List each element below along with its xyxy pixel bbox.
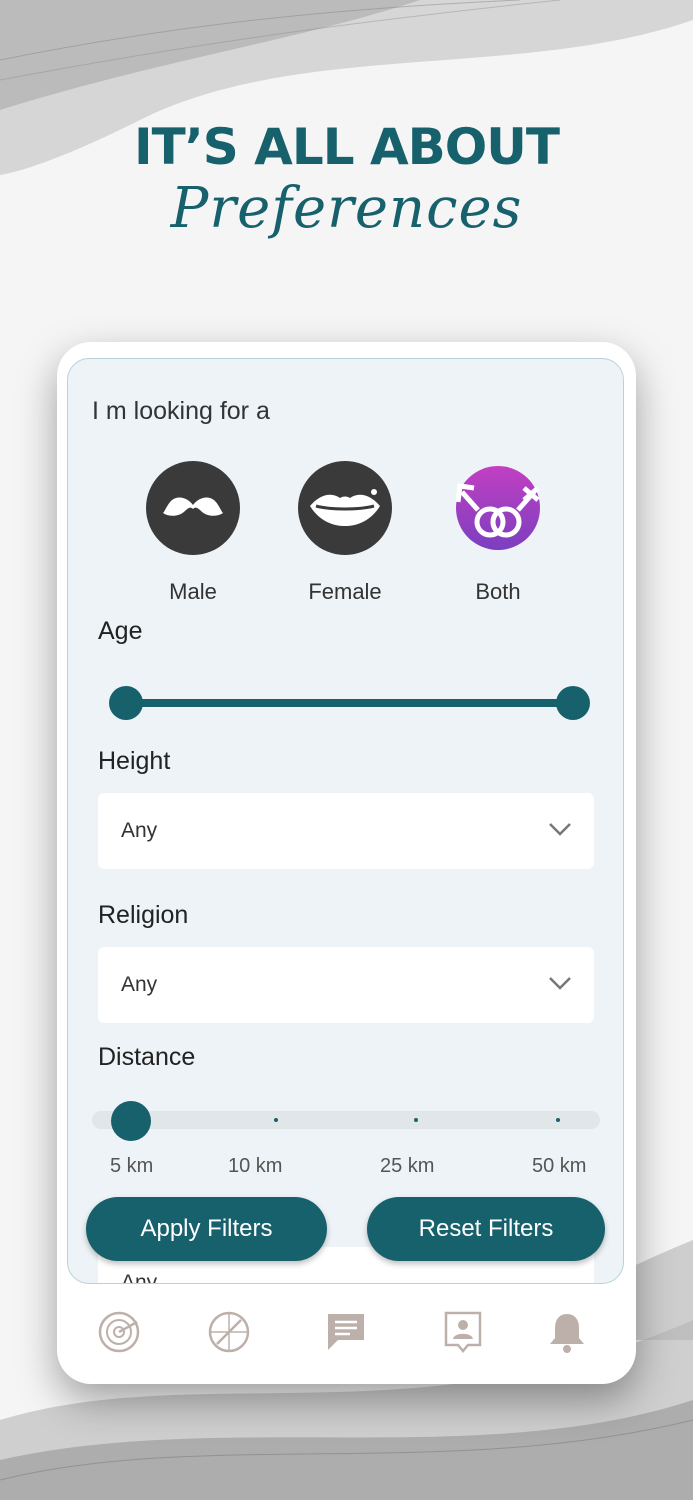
height-label: Height <box>98 747 171 775</box>
distance-option-5km[interactable]: 5 km <box>110 1155 153 1178</box>
radar-icon[interactable] <box>97 1310 141 1354</box>
chevron-down-icon <box>548 821 572 842</box>
chat-icon[interactable] <box>324 1310 368 1354</box>
distance-tick <box>414 1118 418 1122</box>
compass-icon[interactable] <box>207 1310 251 1354</box>
gender-label-female: Female <box>308 579 382 604</box>
gender-label-male: Male <box>169 579 217 604</box>
age-min-handle[interactable] <box>109 686 143 720</box>
lips-icon <box>298 461 392 555</box>
religion-value: Any <box>121 973 158 996</box>
age-max-handle[interactable] <box>556 686 590 720</box>
looking-for-label: I m looking for a <box>92 397 270 425</box>
mustache-icon <box>146 461 240 555</box>
distance-tick <box>274 1118 278 1122</box>
height-select[interactable]: Any <box>98 793 594 869</box>
peek-value: Any <box>121 1271 158 1284</box>
phone-frame: I m looking for a Male Female Both Age H… <box>57 342 636 1384</box>
reset-filters-button[interactable]: Reset Filters <box>367 1197 605 1261</box>
gender-symbols-icon <box>456 466 540 550</box>
height-value: Any <box>121 819 158 842</box>
distance-slider[interactable] <box>92 1111 600 1129</box>
distance-label: Distance <box>98 1043 196 1071</box>
age-label: Age <box>98 617 143 645</box>
distance-option-50km[interactable]: 50 km <box>532 1155 586 1178</box>
chevron-down-icon <box>548 975 572 996</box>
bell-icon[interactable] <box>545 1310 589 1354</box>
distance-tick <box>556 1118 560 1122</box>
gender-option-male[interactable]: Male <box>138 461 248 605</box>
age-range-track[interactable] <box>126 699 574 707</box>
distance-option-25km[interactable]: 25 km <box>380 1155 434 1178</box>
distance-handle[interactable] <box>111 1101 151 1141</box>
headline: IT’S ALL ABOUT <box>134 118 560 176</box>
bottom-nav <box>57 1290 636 1370</box>
gender-option-female[interactable]: Female <box>290 461 400 605</box>
gender-option-both[interactable]: Both <box>443 461 553 605</box>
apply-filters-button[interactable]: Apply Filters <box>86 1197 327 1261</box>
religion-label: Religion <box>98 901 189 929</box>
gender-label-both: Both <box>475 579 521 604</box>
profile-card-icon[interactable] <box>441 1310 485 1354</box>
headline-script: Preferences <box>170 176 523 241</box>
religion-select[interactable]: Any <box>98 947 594 1023</box>
distance-option-10km[interactable]: 10 km <box>228 1155 282 1178</box>
filter-panel: I m looking for a Male Female Both Age H… <box>67 358 624 1284</box>
